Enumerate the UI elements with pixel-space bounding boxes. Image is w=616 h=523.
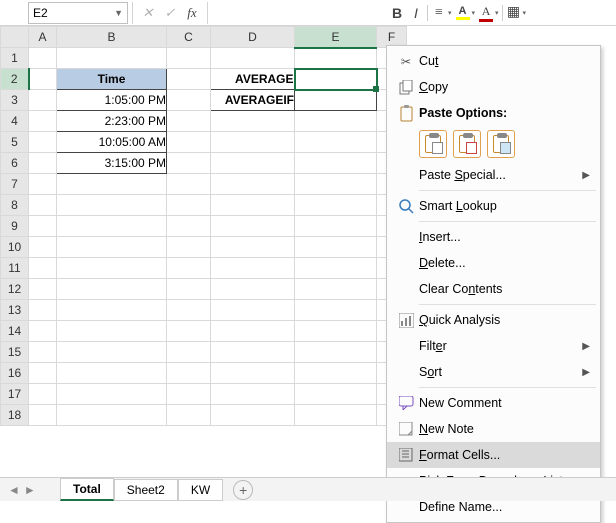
row-header-7[interactable]: 7 bbox=[1, 174, 29, 195]
row-header-15[interactable]: 15 bbox=[1, 342, 29, 363]
clipboard-icon bbox=[393, 105, 419, 122]
paste-option-picture[interactable] bbox=[487, 130, 515, 158]
insert-function-button[interactable]: fx bbox=[181, 5, 203, 21]
row-header-18[interactable]: 18 bbox=[1, 405, 29, 426]
ctx-filter[interactable]: Filter▶ bbox=[387, 333, 600, 359]
comment-icon bbox=[393, 396, 419, 410]
name-box-value: E2 bbox=[33, 6, 114, 20]
ctx-insert[interactable]: Insert... bbox=[387, 224, 600, 250]
name-box[interactable]: E2 ▼ bbox=[28, 2, 128, 24]
row-header-8[interactable]: 8 bbox=[1, 195, 29, 216]
magnifier-icon bbox=[393, 198, 419, 214]
quick-analysis-icon bbox=[393, 313, 419, 328]
cell-B4[interactable]: 2:23:00 PM bbox=[57, 111, 167, 132]
paste-options-strip bbox=[387, 126, 600, 162]
paste-option-all[interactable] bbox=[419, 130, 447, 158]
tab-nav-buttons[interactable]: ◄► bbox=[0, 483, 60, 497]
ctx-sort[interactable]: Sort▶ bbox=[387, 359, 600, 385]
ctx-paste-options-header: Paste Options: bbox=[387, 100, 600, 126]
row-header-11[interactable]: 11 bbox=[1, 258, 29, 279]
borders-button[interactable]: ▦ bbox=[506, 4, 522, 22]
italic-button[interactable]: I bbox=[408, 4, 424, 22]
add-sheet-button[interactable]: + bbox=[233, 480, 253, 500]
font-color-button[interactable]: A bbox=[478, 4, 494, 22]
row-header-12[interactable]: 12 bbox=[1, 279, 29, 300]
divider bbox=[207, 2, 208, 24]
select-all-triangle[interactable] bbox=[1, 27, 29, 48]
row-header-14[interactable]: 14 bbox=[1, 321, 29, 342]
row-header-13[interactable]: 13 bbox=[1, 300, 29, 321]
col-header-E[interactable]: E bbox=[295, 27, 377, 48]
cell-B5[interactable]: 10:05:00 AM bbox=[57, 132, 167, 153]
ctx-format-cells[interactable]: Format Cells... bbox=[387, 442, 600, 468]
font-color-swatch bbox=[479, 19, 493, 22]
sheet-tab-strip: ◄► Total Sheet2 KW + bbox=[0, 477, 616, 501]
ctx-cut[interactable]: ✂ Cut bbox=[387, 48, 600, 74]
col-header-C[interactable]: C bbox=[167, 27, 211, 48]
ctx-quick-analysis[interactable]: Quick Analysis bbox=[387, 307, 600, 333]
col-header-B[interactable]: B bbox=[57, 27, 167, 48]
note-icon bbox=[393, 422, 419, 436]
align-button[interactable]: ≡ bbox=[431, 4, 447, 22]
row-header-3[interactable]: 3 bbox=[1, 90, 29, 111]
row-header-16[interactable]: 16 bbox=[1, 363, 29, 384]
paste-option-values[interactable] bbox=[453, 130, 481, 158]
formula-confirm-button: ✓ bbox=[159, 5, 181, 21]
row-header-5[interactable]: 5 bbox=[1, 132, 29, 153]
ctx-paste-special[interactable]: Paste Special... ▶ bbox=[387, 162, 600, 188]
divider bbox=[132, 2, 133, 24]
cell-D3[interactable]: AVERAGEIF bbox=[211, 90, 295, 111]
row-header-9[interactable]: 9 bbox=[1, 216, 29, 237]
cell-B3[interactable]: 1:05:00 PM bbox=[57, 90, 167, 111]
formula-cancel-button: ✕ bbox=[137, 5, 159, 21]
ctx-copy[interactable]: Copy bbox=[387, 74, 600, 100]
cell-E3[interactable] bbox=[295, 90, 377, 111]
row-header-2[interactable]: 2 bbox=[1, 69, 29, 90]
highlight-color-button[interactable]: A bbox=[455, 4, 471, 22]
ctx-delete[interactable]: Delete... bbox=[387, 250, 600, 276]
sheet-tab-kw[interactable]: KW bbox=[178, 479, 223, 501]
cell-E2[interactable] bbox=[295, 69, 377, 90]
context-menu: ✂ Cut Copy Paste Options: Paste Special.… bbox=[386, 45, 601, 523]
scissors-icon: ✂ bbox=[393, 54, 419, 69]
copy-icon bbox=[393, 80, 419, 95]
ctx-smart-lookup[interactable]: Smart Lookup bbox=[387, 193, 600, 219]
row-header-1[interactable]: 1 bbox=[1, 48, 29, 69]
ctx-new-comment[interactable]: New Comment bbox=[387, 390, 600, 416]
col-header-A[interactable]: A bbox=[29, 27, 57, 48]
name-box-dropdown-icon[interactable]: ▼ bbox=[114, 8, 123, 18]
ctx-new-note[interactable]: New Note bbox=[387, 416, 600, 442]
ctx-clear-contents[interactable]: Clear Contents bbox=[387, 276, 600, 302]
row-header-17[interactable]: 17 bbox=[1, 384, 29, 405]
row-header-10[interactable]: 10 bbox=[1, 237, 29, 258]
sheet-tab-sheet2[interactable]: Sheet2 bbox=[114, 479, 178, 501]
col-header-D[interactable]: D bbox=[211, 27, 295, 48]
sheet-tab-total[interactable]: Total bbox=[60, 478, 114, 501]
format-cells-icon bbox=[393, 448, 419, 462]
submenu-arrow-icon: ▶ bbox=[582, 170, 594, 181]
cell-B2[interactable]: Time bbox=[57, 69, 167, 90]
row-header-4[interactable]: 4 bbox=[1, 111, 29, 132]
highlight-swatch bbox=[456, 17, 470, 20]
row-header-6[interactable]: 6 bbox=[1, 153, 29, 174]
cell-D2[interactable]: AVERAGE bbox=[211, 69, 295, 90]
cell-B6[interactable]: 3:15:00 PM bbox=[57, 153, 167, 174]
mini-toolbar: B I ≡▾ A ▾ A ▾ ▦▾ bbox=[386, 0, 586, 25]
bold-button[interactable]: B bbox=[389, 4, 405, 22]
